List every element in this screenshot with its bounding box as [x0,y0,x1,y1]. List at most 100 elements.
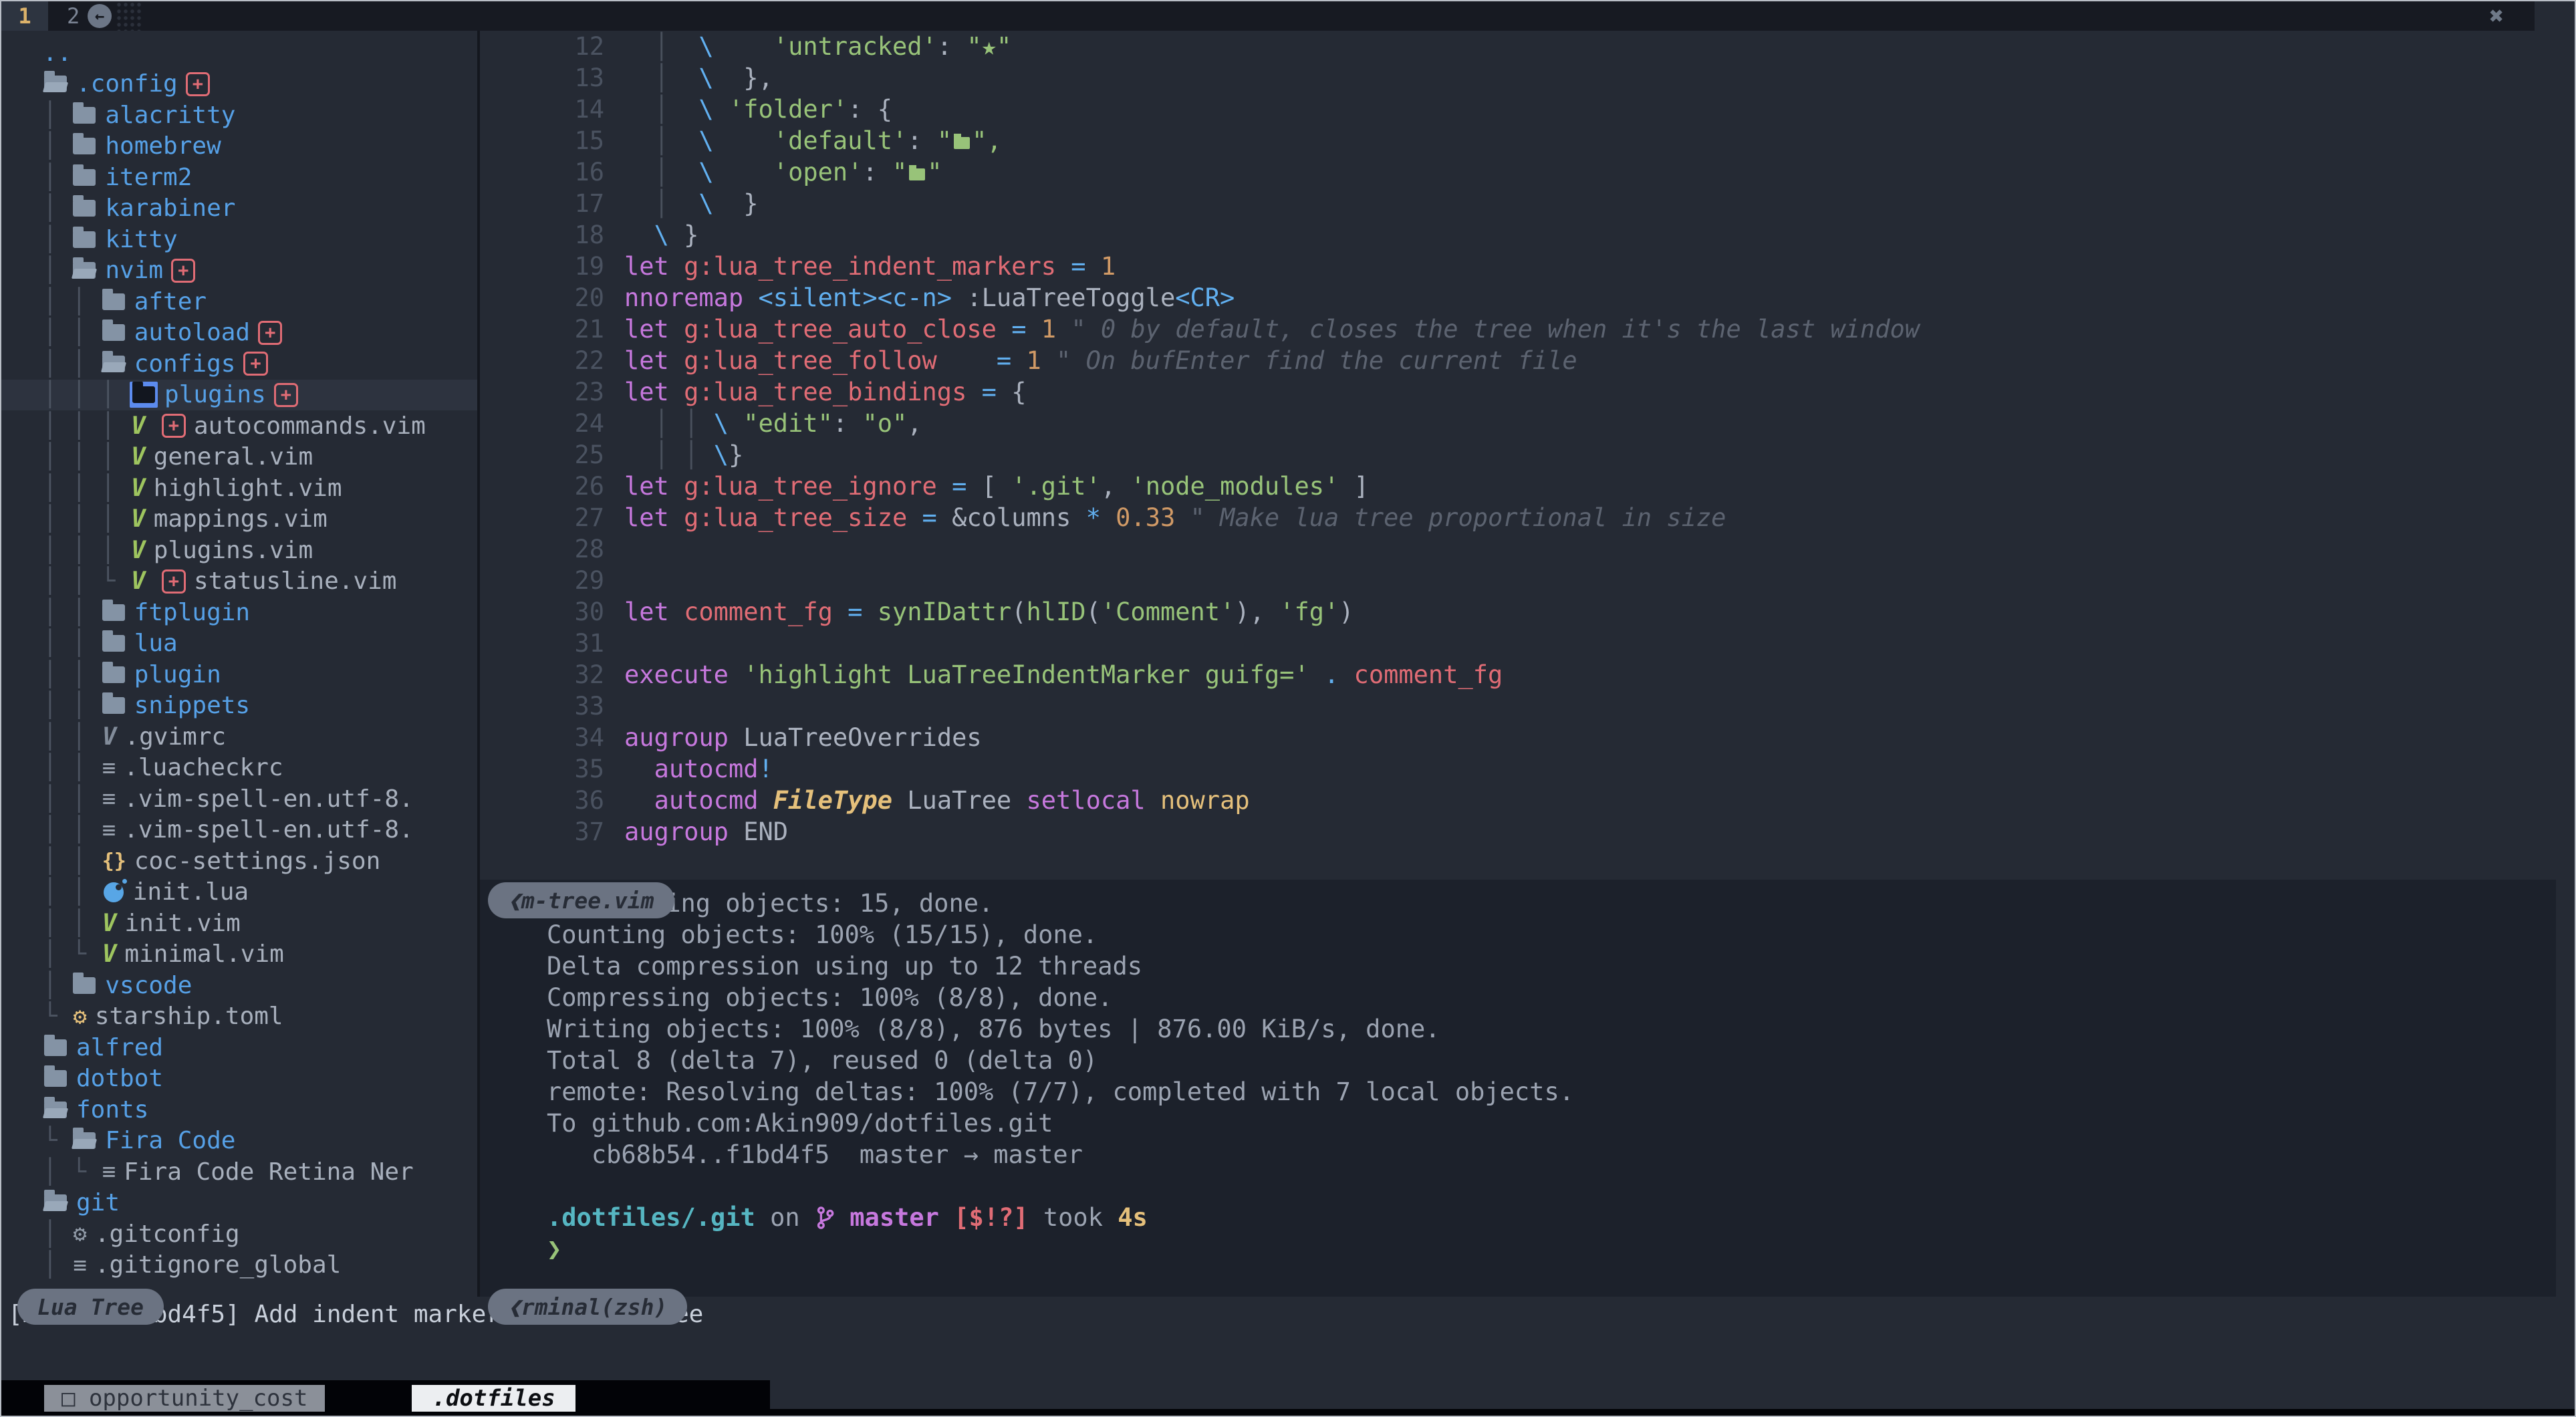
code-line[interactable]: 31 [480,628,2556,659]
code-line[interactable]: 14 │ \ 'folder': { [480,94,2556,125]
tree-row-alacritty[interactable]: │ alacritty [1,100,477,131]
tree-item-label: autocommands.vim [194,412,426,440]
tree-row-plugins.vim[interactable]: │ │ │ Vplugins.vim [1,535,477,566]
tree-row-dotbot[interactable]: dotbot [1,1063,477,1095]
code-line[interactable]: 16 │ \ 'open': "" [480,156,2556,188]
tree-row-..[interactable]: .. [1,37,477,69]
tree-row-plugins[interactable]: │ │ │ plugins+ [1,380,477,411]
tree-item-label: .luacheckrc [124,754,283,781]
code-line[interactable]: 28 [480,533,2556,565]
tree-row-init.lua[interactable]: │ │ init.lua [1,877,477,908]
tree-row-highlight.vim[interactable]: │ │ │ Vhighlight.vim [1,473,477,504]
tree-row-.gitconfig[interactable]: │ ⚙.gitconfig [1,1218,477,1250]
code-line[interactable]: 26let g:lua_tree_ignore = [ '.git', 'nod… [480,471,2556,502]
tree-row-kitty[interactable]: │ kitty [1,224,477,255]
tree-row-autocommands.vim[interactable]: │ │ │ V+autocommands.vim [1,410,477,442]
code-line[interactable]: 29 [480,565,2556,596]
line-number: 29 [480,566,624,595]
code-line[interactable]: 18 \ } [480,219,2556,251]
tmux-window-item-active[interactable]: .dotfiles [372,1384,604,1413]
code-text: │ \ } [624,189,759,218]
tmux-window-item[interactable]: □ opportunity_cost [15,1384,354,1413]
tree-row-init.vim[interactable]: │ │ Vinit.vim [1,908,477,939]
tree-indent-guides: └ [43,1003,72,1030]
terminal-line: Delta compression using up to 12 threads [547,952,2556,983]
code-editor[interactable]: 12 │ \ 'untracked': "★"13 │ \ },14 │ \ '… [480,31,2556,880]
code-line[interactable]: 20nnoremap <silent><c-n> :LuaTreeToggle<… [480,282,2556,313]
code-line[interactable]: 21let g:lua_tree_auto_close = 1 " 0 by d… [480,313,2556,345]
tree-row-plugin[interactable]: │ │ plugin [1,659,477,690]
tmux-window-label[interactable]: □ opportunity_cost [44,1385,325,1412]
tree-row-after[interactable]: │ │ after [1,286,477,317]
tree-row-.vim-spell-en.utf-8.[interactable]: │ │ ≡.vim-spell-en.utf-8. [1,815,477,846]
tree-row-ftplugin[interactable]: │ │ ftplugin [1,597,477,628]
code-line[interactable]: 24 │ │ \ "edit": "o", [480,408,2556,439]
tree-row-vscode[interactable]: │ vscode [1,970,477,1001]
code-line[interactable]: 37augroup END [480,816,2556,848]
folder-open-icon [44,1194,67,1211]
line-number: 21 [480,315,624,344]
close-all-icon[interactable]: ✖ [2489,3,2504,30]
code-line[interactable]: 35 autocmd! [480,753,2556,785]
tree-row-iterm2[interactable]: │ iterm2 [1,162,477,193]
code-line[interactable]: 30let comment_fg = synIDattr(hlID('Comme… [480,596,2556,628]
tree-row-.gvimrc[interactable]: │ │ V.gvimrc [1,721,477,753]
tree-row-minimal.vim[interactable]: │ └ Vminimal.vim [1,939,477,971]
back-arrow-icon[interactable]: ← [88,4,112,28]
tree-indent-guides: │ └ [43,940,101,968]
tree-row-.luacheckrc[interactable]: │ │ ≡.luacheckrc [1,753,477,784]
code-line[interactable]: 32execute 'highlight LuaTreeIndentMarker… [480,659,2556,690]
tree-row-lua[interactable]: │ │ lua [1,628,477,660]
tree-row-.config[interactable]: .config+ [1,69,477,100]
code-line[interactable]: 15 │ \ 'default': "", [480,125,2556,156]
tree-row-starship.toml[interactable]: └ ⚙starship.toml [1,1001,477,1033]
tree-item-label: highlight.vim [154,475,342,502]
tree-row-karabiner[interactable]: │ karabiner [1,193,477,225]
tree-indent-guides: │ │ [43,599,101,626]
tree-row-nvim[interactable]: │ nvim+ [1,255,477,287]
tree-row-git[interactable]: git [1,1188,477,1219]
code-line[interactable]: 13 │ \ }, [480,62,2556,94]
tree-row-.gitignore_global[interactable]: │ ≡.gitignore_global [1,1250,477,1281]
code-line[interactable]: 12 │ \ 'untracked': "★" [480,31,2556,62]
file-tree-sidebar[interactable]: ...config+│ alacritty│ homebrew│ iterm2│… [1,31,477,1297]
tree-row-statusline.vim[interactable]: │ │ └ V+statusline.vim [1,566,477,598]
tree-row-general.vim[interactable]: │ │ │ Vgeneral.vim [1,442,477,473]
tree-row-alfred[interactable]: alfred [1,1032,477,1063]
text-file-icon: ≡ [102,785,116,812]
tree-indent-guides: │ │ [43,816,101,844]
code-line[interactable]: 23let g:lua_tree_bindings = { [480,376,2556,408]
tree-row-Fira Code[interactable]: └ Fira Code [1,1126,477,1157]
tree-item-label: snippets [134,692,250,719]
prompt-caret[interactable]: ❯ [547,1235,2556,1266]
tab-number-active[interactable]: 1 [1,1,48,31]
terminal-split[interactable]: Enumerating objects: 15, done.Counting o… [480,880,2556,1297]
tree-row-autoload[interactable]: │ │ autoload+ [1,317,477,349]
code-line[interactable]: 19let g:lua_tree_indent_markers = 1 [480,251,2556,282]
tree-indent-guides: │ [43,1220,72,1248]
tree-row-coc-settings.json[interactable]: │ │ {}coc-settings.json [1,846,477,877]
tabline-spacer [391,1,2489,31]
tree-item-label: fonts [76,1096,148,1124]
tree-row-Fira Code Retina Ner[interactable]: │ └ ≡Fira Code Retina Ner [1,1156,477,1188]
tmux-window-label[interactable]: .dotfiles [412,1385,575,1412]
code-line[interactable]: 22let g:lua_tree_follow = 1 " On bufEnte… [480,345,2556,376]
code-line[interactable]: 33 [480,690,2556,722]
tree-row-.vim-spell-en.utf-8.[interactable]: │ │ ≡.vim-spell-en.utf-8. [1,783,477,815]
tree-row-mappings.vim[interactable]: │ │ │ Vmappings.vim [1,504,477,535]
tab-number-inactive[interactable]: 2 [67,1,80,31]
code-line[interactable]: 34augroup LuaTreeOverrides [480,722,2556,753]
tree-indent-guides: │ [43,164,72,191]
tree-row-fonts[interactable]: fonts [1,1094,477,1126]
tree-row-configs[interactable]: │ │ configs+ [1,348,477,380]
tree-row-homebrew[interactable]: │ homebrew [1,131,477,162]
folder-icon [102,666,125,683]
tree-item-label: alfred [76,1034,163,1061]
git-plus-badge: + [258,321,282,345]
code-line[interactable]: 36 autocmd FileType LuaTree setlocal now… [480,785,2556,816]
tree-row-snippets[interactable]: │ │ snippets [1,690,477,722]
code-line[interactable]: 27let g:lua_tree_size = &columns * 0.33 … [480,502,2556,533]
code-line[interactable]: 17 │ \ } [480,188,2556,219]
code-text: let g:lua_tree_auto_close = 1 " 0 by def… [624,315,1920,344]
code-line[interactable]: 25 │ │ \} [480,439,2556,471]
